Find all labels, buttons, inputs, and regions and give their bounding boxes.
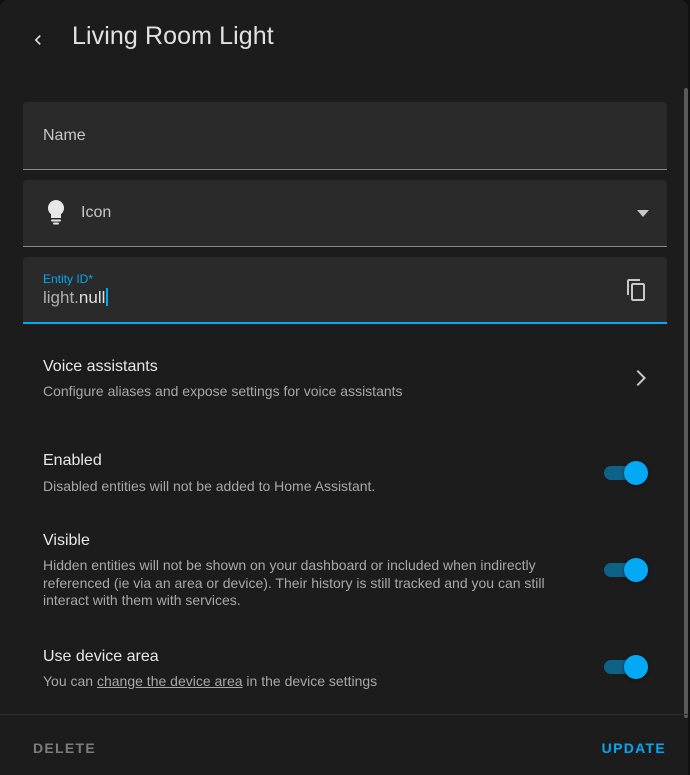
lightbulb-icon [47, 199, 65, 225]
delete-button[interactable]: DELETE [33, 740, 96, 756]
toggle-knob [624, 655, 648, 679]
visible-row: Visible Hidden entities will not be show… [0, 524, 688, 614]
device-area-toggle[interactable] [604, 655, 648, 679]
icon-picker[interactable]: Icon [23, 180, 667, 247]
voice-assistants-description: Configure aliases and expose settings fo… [43, 383, 403, 399]
enabled-row: Enabled Disabled entities will not be ad… [0, 444, 688, 500]
back-button[interactable] [22, 24, 54, 56]
voice-assistants-title: Voice assistants [43, 358, 158, 375]
change-device-area-link[interactable]: change the device area [97, 673, 243, 689]
device-area-title: Use device area [43, 648, 159, 665]
entity-id-label: Entity ID* [43, 272, 94, 286]
enabled-toggle[interactable] [604, 461, 648, 485]
enabled-title: Enabled [43, 452, 102, 469]
chevron-right-icon [636, 370, 646, 386]
voice-assistants-row[interactable]: Voice assistants Configure aliases and e… [0, 350, 688, 414]
icon-field-label: Icon [81, 204, 112, 221]
entity-id-input[interactable]: light.null [43, 288, 109, 308]
name-field-label: Name [43, 127, 86, 144]
visible-title: Visible [43, 532, 90, 549]
entity-settings-dialog: Living Room Light Name Icon Entity ID* l… [0, 0, 688, 775]
name-field[interactable]: Name [23, 102, 667, 170]
enabled-description: Disabled entities will not be added to H… [43, 478, 376, 494]
device-area-desc-before: You can [43, 673, 97, 689]
caret-down-icon[interactable] [637, 210, 649, 217]
chevron-left-icon [34, 35, 41, 45]
device-area-description: You can change the device area in the de… [43, 673, 583, 691]
device-area-row: Use device area You can change the devic… [0, 640, 688, 696]
dialog-header: Living Room Light [0, 0, 688, 80]
toggle-knob [624, 461, 648, 485]
device-area-desc-after: in the device settings [242, 673, 378, 689]
text-cursor [106, 288, 109, 306]
visible-toggle[interactable] [604, 558, 648, 582]
dialog-footer: DELETE UPDATE [0, 714, 688, 775]
copy-icon[interactable] [625, 278, 647, 302]
entity-id-field[interactable]: Entity ID* light.null [23, 257, 667, 324]
entity-id-value: null [78, 288, 106, 307]
update-button[interactable]: UPDATE [602, 740, 666, 756]
toggle-knob [624, 558, 648, 582]
visible-description: Hidden entities will not be shown on you… [43, 557, 545, 608]
page-title: Living Room Light [72, 22, 274, 50]
entity-id-prefix: light. [43, 288, 79, 307]
